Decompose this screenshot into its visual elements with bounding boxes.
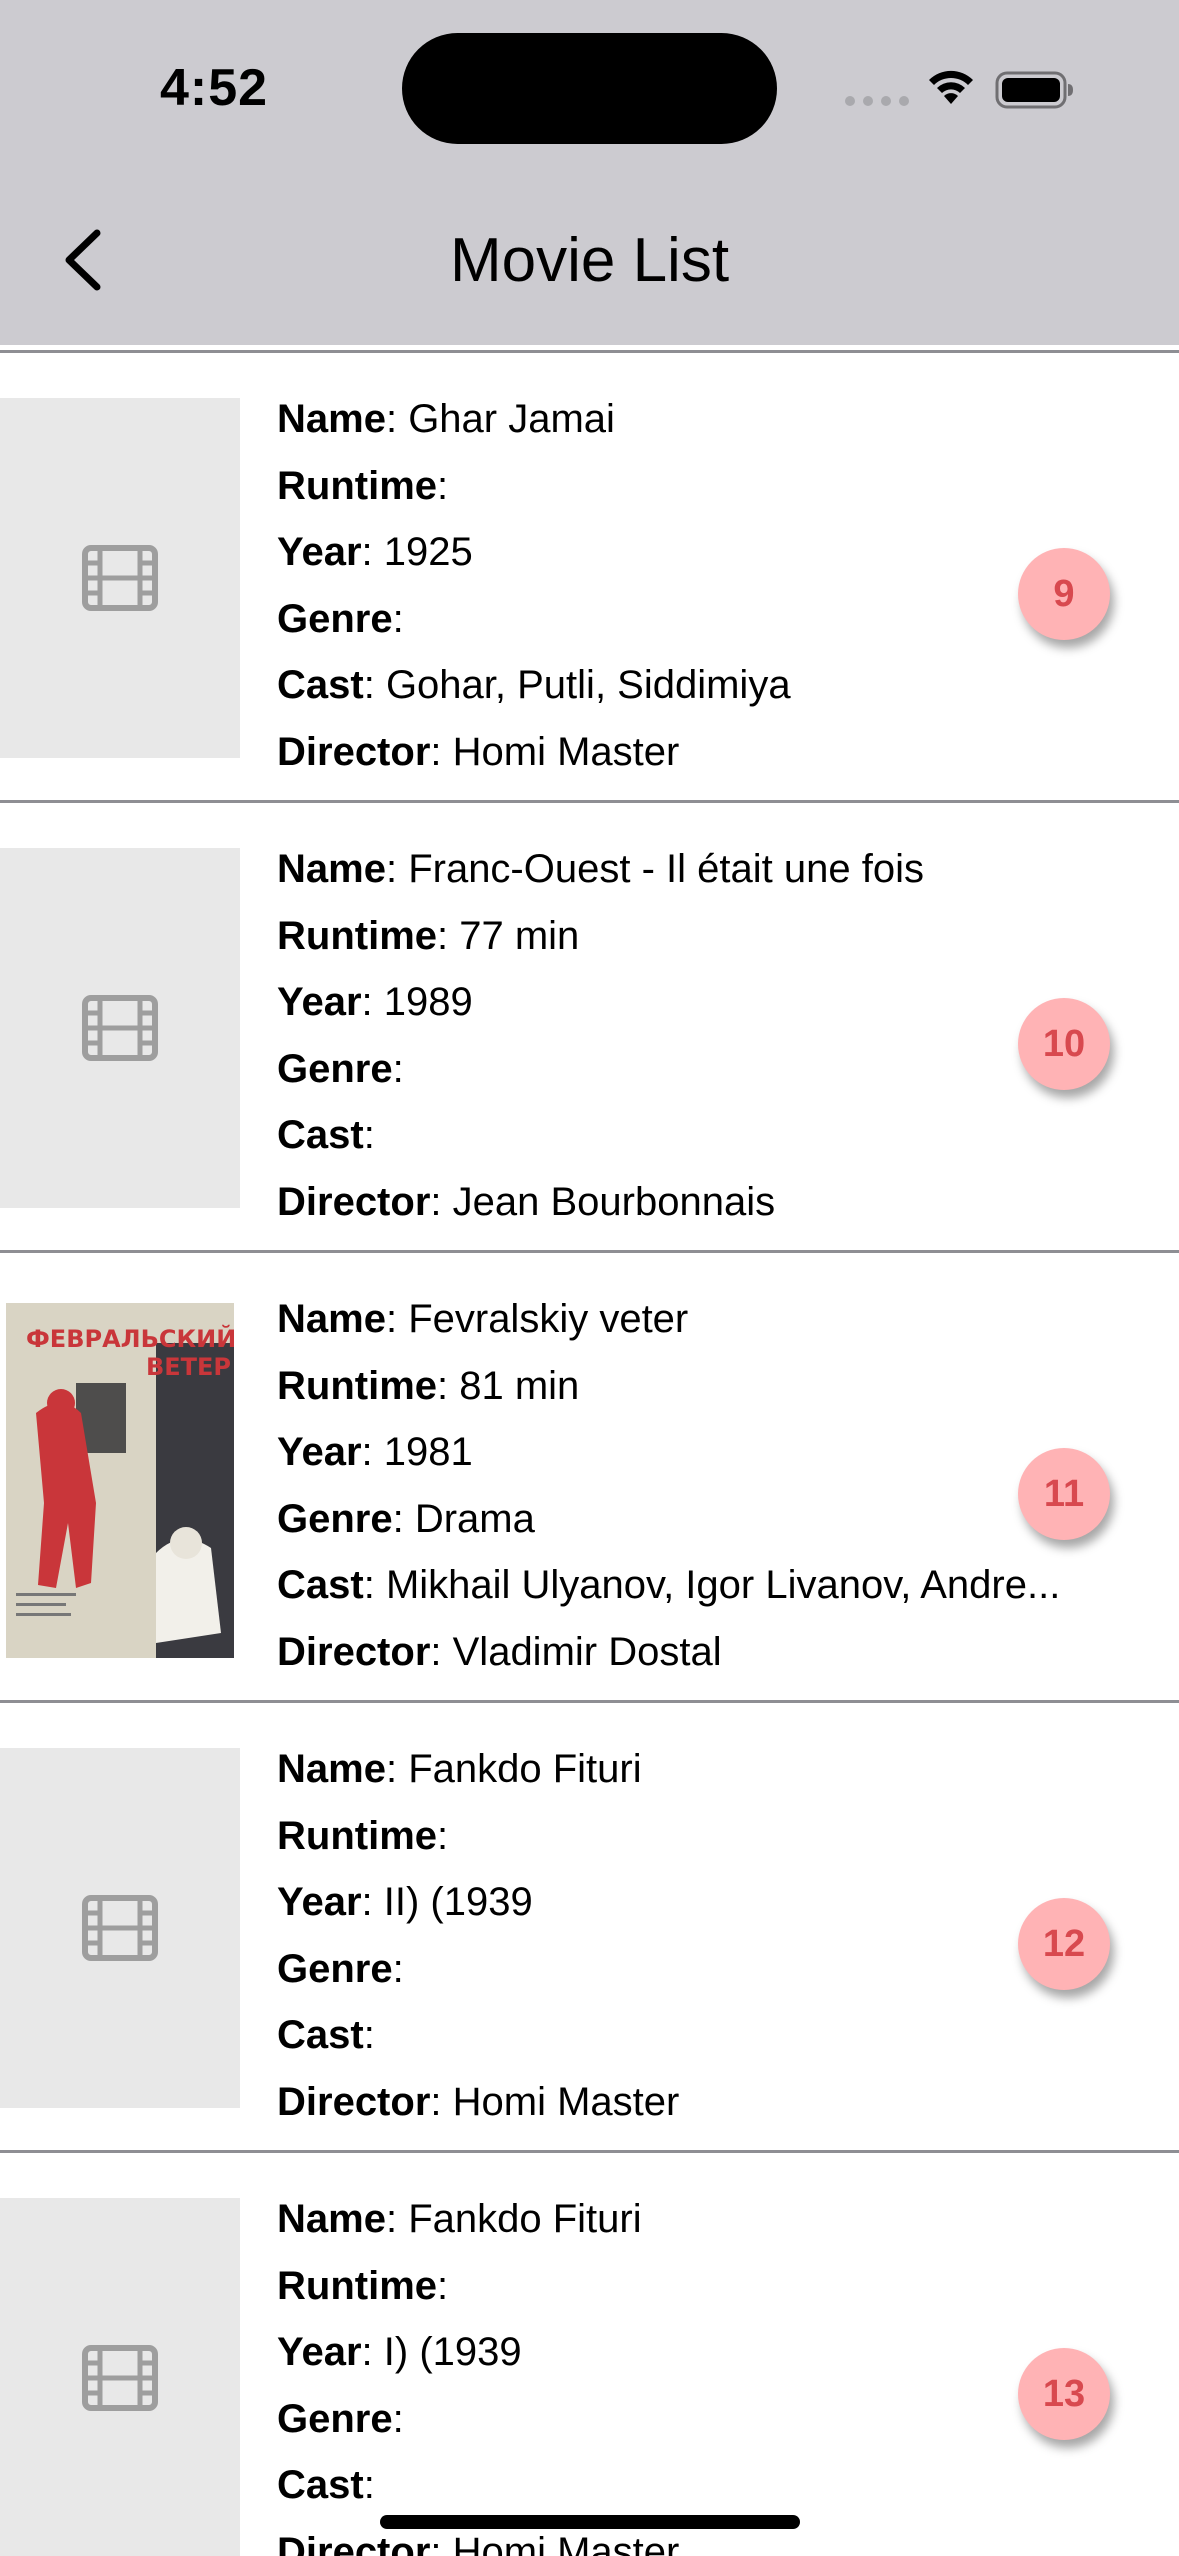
movie-runtime: Runtime: 77 min — [277, 913, 580, 958]
movie-genre: Genre: — [277, 1046, 404, 1091]
poster-placeholder — [0, 2198, 240, 2556]
film-icon — [82, 1895, 158, 1961]
cellular-dots-icon — [845, 96, 909, 106]
rank-badge: 11 — [1018, 1448, 1110, 1540]
movie-genre: Genre: — [277, 2396, 404, 2441]
rank-badge: 9 — [1018, 548, 1110, 640]
movie-details: Name: Fankdo Fituri Runtime: Year: II) (… — [277, 1736, 1147, 2135]
movie-year: Year: 1981 — [277, 1430, 473, 1474]
movie-name: Name: Fankdo Fituri — [277, 1747, 642, 1791]
movie-year: Year: I) (1939 — [277, 2330, 522, 2374]
rank-badge: 12 — [1018, 1898, 1110, 1990]
movie-runtime: Runtime: 81 min — [277, 1363, 580, 1408]
status-indicators — [845, 58, 1085, 118]
movie-name: Name: Fevralskiy veter — [277, 1297, 689, 1341]
dynamic-island — [402, 33, 777, 144]
movie-row[interactable]: Name: Fankdo Fituri Runtime: Year: II) (… — [0, 1703, 1179, 2153]
film-icon — [82, 995, 158, 1061]
movie-details: Name: Fevralskiy veter Runtime: 81 min Y… — [277, 1286, 1147, 1685]
movie-details: Name: Franc-Ouest - Il était une fois Ru… — [277, 836, 1147, 1235]
movie-cast: Cast: — [277, 2463, 375, 2507]
movie-name: Name: Fankdo Fituri — [277, 2197, 642, 2241]
movie-runtime: Runtime: — [277, 463, 449, 508]
poster-placeholder — [0, 848, 240, 1208]
movie-details: Name: Ghar Jamai Runtime: Year: 1925 Gen… — [277, 386, 1147, 785]
movie-details: Name: Fankdo Fituri Runtime: Year: I) (1… — [277, 2186, 1147, 2556]
battery-icon — [995, 71, 1073, 109]
movie-runtime: Runtime: — [277, 1813, 449, 1858]
movie-name: Name: Ghar Jamai — [277, 397, 615, 441]
movie-genre: Genre: — [277, 1946, 404, 1991]
poster-title-text: ФЕВРАЛЬСКИЙ ВЕТЕР — [26, 1325, 234, 1381]
movie-cast: Cast: — [277, 2013, 375, 2057]
navigation-header: 4:52 Movie List — [0, 0, 1179, 345]
rank-badge: 10 — [1018, 998, 1110, 1090]
movie-genre: Genre: Drama — [277, 1496, 535, 1541]
movie-director: Director: Vladimir Dostal — [277, 1629, 722, 1674]
wifi-icon — [929, 70, 973, 104]
status-time: 4:52 — [160, 59, 269, 117]
back-chevron-icon — [65, 229, 101, 291]
movie-cast: Cast: Gohar, Putli, Siddimiya — [277, 663, 791, 707]
movie-row[interactable]: Name: Fankdo Fituri Runtime: Year: I) (1… — [0, 2153, 1179, 2556]
rank-badge: 13 — [1018, 2348, 1110, 2440]
film-icon — [82, 2345, 158, 2411]
poster-placeholder — [0, 1748, 240, 2108]
home-indicator[interactable] — [380, 2515, 800, 2529]
movie-year: Year: 1925 — [277, 530, 473, 574]
movie-row[interactable]: Name: Ghar Jamai Runtime: Year: 1925 Gen… — [0, 353, 1179, 803]
movie-director: Director: Homi Master — [277, 2079, 680, 2124]
movie-name: Name: Franc-Ouest - Il était une fois — [277, 847, 924, 891]
movie-genre: Genre: — [277, 596, 404, 641]
movie-cast: Cast: — [277, 1113, 375, 1157]
movie-list[interactable]: Name: Ghar Jamai Runtime: Year: 1925 Gen… — [0, 353, 1179, 2556]
movie-cast: Cast: Mikhail Ulyanov, Igor Livanov, And… — [277, 1563, 1061, 1607]
movie-row[interactable]: Name: Franc-Ouest - Il était une fois Ru… — [0, 803, 1179, 1253]
movie-row[interactable]: ФЕВРАЛЬСКИЙ ВЕТЕР Name: Fevralskiy veter… — [0, 1253, 1179, 1703]
movie-year: Year: 1989 — [277, 980, 473, 1024]
film-icon — [82, 545, 158, 611]
page-title: Movie List — [449, 226, 730, 295]
back-button[interactable] — [55, 225, 115, 295]
movie-poster: ФЕВРАЛЬСКИЙ ВЕТЕР — [6, 1303, 234, 1658]
poster-placeholder — [0, 398, 240, 758]
movie-runtime: Runtime: — [277, 2263, 449, 2308]
movie-director: Director: Homi Master — [277, 729, 680, 774]
movie-year: Year: II) (1939 — [277, 1880, 533, 1924]
movie-director: Director: Jean Bourbonnais — [277, 1179, 776, 1224]
